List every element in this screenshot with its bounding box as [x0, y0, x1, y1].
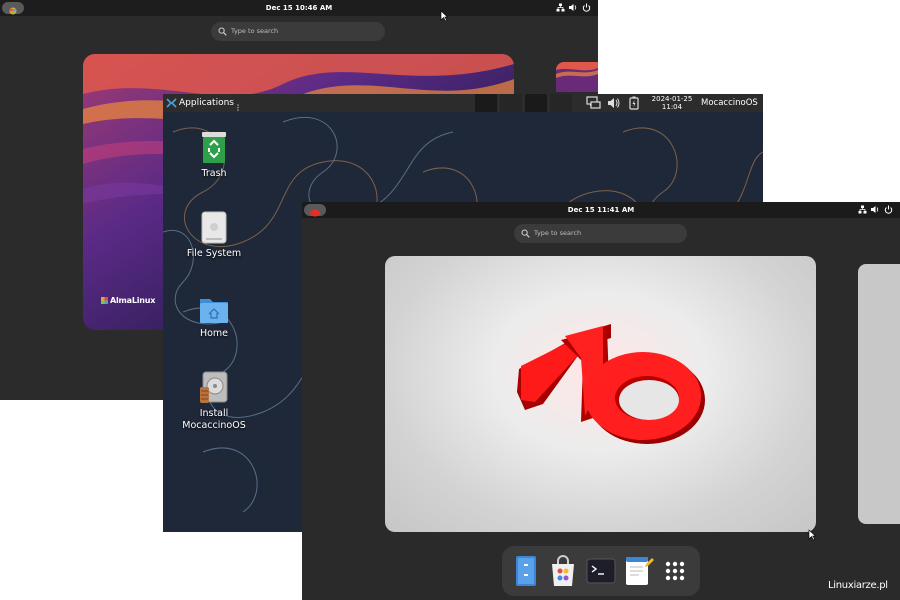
trash-desktop-icon[interactable]: Trash — [174, 131, 254, 180]
home-label: Home — [199, 328, 229, 339]
software-icon[interactable] — [546, 554, 580, 588]
workspace-switcher-1[interactable] — [475, 94, 497, 112]
terminal-icon[interactable] — [584, 554, 618, 588]
power-icon[interactable] — [884, 205, 893, 214]
panel-clock[interactable]: 2024-01-25 11:04 — [645, 95, 699, 111]
workspace-switcher-4[interactable] — [550, 94, 572, 112]
installer-disk-icon — [199, 371, 229, 405]
almalinux10-desktop-screen-3: Dec 15 11:41 AM Type to search Linuxiarz… — [302, 202, 900, 600]
app-grid-icon[interactable] — [658, 554, 692, 588]
network-icon[interactable] — [585, 96, 601, 110]
almalinux-brand-mark — [101, 296, 108, 304]
volume-icon[interactable] — [870, 205, 880, 214]
network-icon[interactable] — [858, 205, 867, 214]
clock[interactable]: Dec 15 10:46 AM — [0, 0, 598, 16]
home-folder-icon — [199, 291, 229, 325]
text-editor-icon[interactable] — [621, 554, 655, 588]
search-icon — [218, 27, 227, 36]
almalinux-logo-text: AlmaLinux — [110, 296, 156, 305]
panel-date: 2024-01-25 — [651, 95, 693, 103]
mocaccino-logo-icon — [166, 98, 177, 108]
install-desktop-icon[interactable]: Install MocaccinoOS — [174, 371, 254, 432]
almalinux-logo: AlmaLinux — [101, 296, 155, 305]
volume-icon[interactable] — [607, 97, 621, 109]
drive-icon — [199, 211, 229, 245]
home-desktop-icon[interactable]: Home — [174, 291, 254, 340]
next-workspace-thumbnail[interactable] — [858, 264, 900, 524]
workspace-switcher-2[interactable] — [500, 94, 522, 112]
user-menu[interactable]: MocaccinoOS — [701, 94, 758, 112]
search-placeholder: Type to search — [534, 229, 582, 237]
clock[interactable]: Dec 15 11:41 AM — [302, 202, 900, 218]
trash-label: Trash — [201, 168, 227, 179]
network-icon[interactable] — [556, 3, 565, 12]
watermark: Linuxiarze.pl — [828, 580, 888, 591]
install-label-line-2: MocaccinoOS — [182, 420, 246, 431]
filesystem-label: File System — [186, 248, 242, 259]
files-icon[interactable] — [509, 554, 543, 588]
next-workspace-thumbnail[interactable] — [556, 62, 598, 92]
power-icon[interactable] — [582, 3, 591, 12]
trash-icon — [199, 131, 229, 165]
panel-time: 11:04 — [661, 103, 683, 111]
dock — [502, 546, 700, 596]
install-label-line-1: Install — [199, 408, 229, 419]
workspace-switcher-3[interactable] — [525, 94, 547, 112]
search-icon — [521, 229, 530, 238]
search-placeholder: Type to search — [231, 27, 279, 35]
mouse-pointer-icon — [440, 10, 448, 22]
battery-icon[interactable] — [629, 96, 639, 110]
mouse-pointer-icon — [808, 529, 816, 541]
panel-separator-handle[interactable] — [237, 100, 239, 118]
search-field[interactable]: Type to search — [211, 22, 385, 41]
volume-icon[interactable] — [568, 3, 578, 12]
search-field[interactable]: Type to search — [514, 224, 687, 243]
workspace-thumbnail[interactable] — [385, 256, 816, 532]
applications-label: Applications — [179, 98, 234, 108]
filesystem-desktop-icon[interactable]: File System — [174, 211, 254, 260]
almalinux-10-logo — [517, 324, 705, 444]
